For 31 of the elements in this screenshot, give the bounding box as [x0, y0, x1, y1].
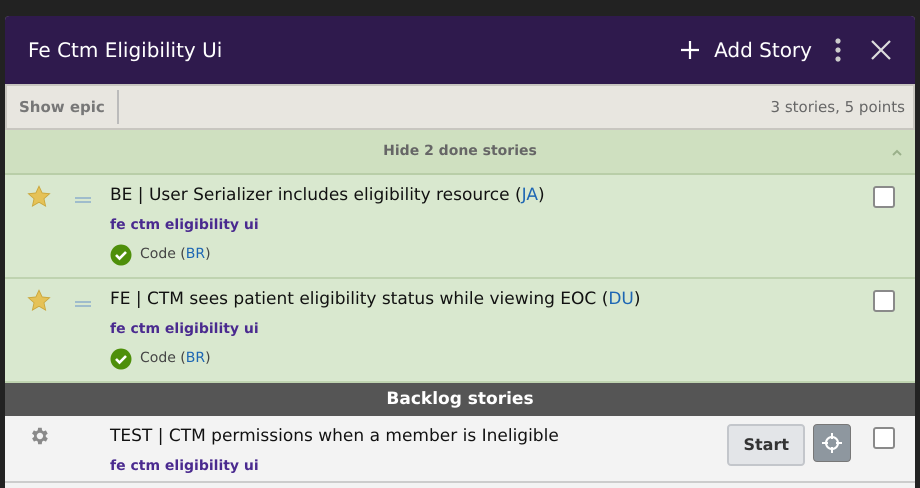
task-text: Code (BR) — [140, 349, 211, 368]
task-text: Code (BR) — [140, 245, 211, 264]
start-button[interactable]: Start — [727, 424, 805, 466]
owner-link[interactable]: DU — [608, 289, 634, 309]
more-icon[interactable] — [834, 38, 842, 62]
locate-button[interactable] — [813, 424, 851, 462]
story-row[interactable]: FE | CTM sees patient eligibility status while viewing EOC (DU) fe ctm eligibility ui Code (BR) — [5, 279, 915, 383]
story-summary: 3 stories, 5 points — [770, 96, 905, 118]
epic-label[interactable]: fe ctm eligibility ui — [110, 456, 728, 476]
checkbox[interactable] — [873, 427, 895, 449]
story-title: TEST | CTM permissions when a member is Ineligible — [110, 425, 560, 448]
story-title: BE | User Serializer includes eligibility resource (JA) — [110, 184, 546, 207]
drag-handle-icon[interactable] — [74, 197, 90, 203]
owner-link[interactable]: BR — [186, 246, 206, 262]
plus-icon[interactable] — [680, 40, 700, 60]
epic-label[interactable]: fe ctm eligibility ui — [110, 214, 873, 236]
done-stories-toggle[interactable]: Hide 2 done stories — [5, 130, 915, 175]
panel-title: Fe Ctm Eligibility Ui — [28, 37, 222, 64]
owner-link[interactable]: BR — [186, 350, 206, 366]
story-title: FE | CTM sees patient eligibility status while viewing EOC (DU) — [110, 288, 642, 311]
show-epic-button[interactable]: Show epic — [7, 90, 119, 124]
owner-link[interactable]: JA — [522, 185, 538, 205]
section-header: Backlog stories — [5, 383, 915, 416]
checkbox[interactable] — [873, 290, 895, 312]
epic-label[interactable]: fe ctm eligibility ui — [110, 318, 873, 340]
drag-handle-icon[interactable] — [74, 301, 90, 307]
checkbox[interactable] — [873, 186, 895, 208]
crosshair-icon — [821, 432, 843, 454]
story-row[interactable]: BE | User Serializer includes eligibility resource (JA) fe ctm eligibility ui Code (BR) — [5, 175, 915, 279]
add-story-button[interactable]: Add Story — [680, 35, 812, 65]
close-icon[interactable] — [870, 39, 892, 61]
